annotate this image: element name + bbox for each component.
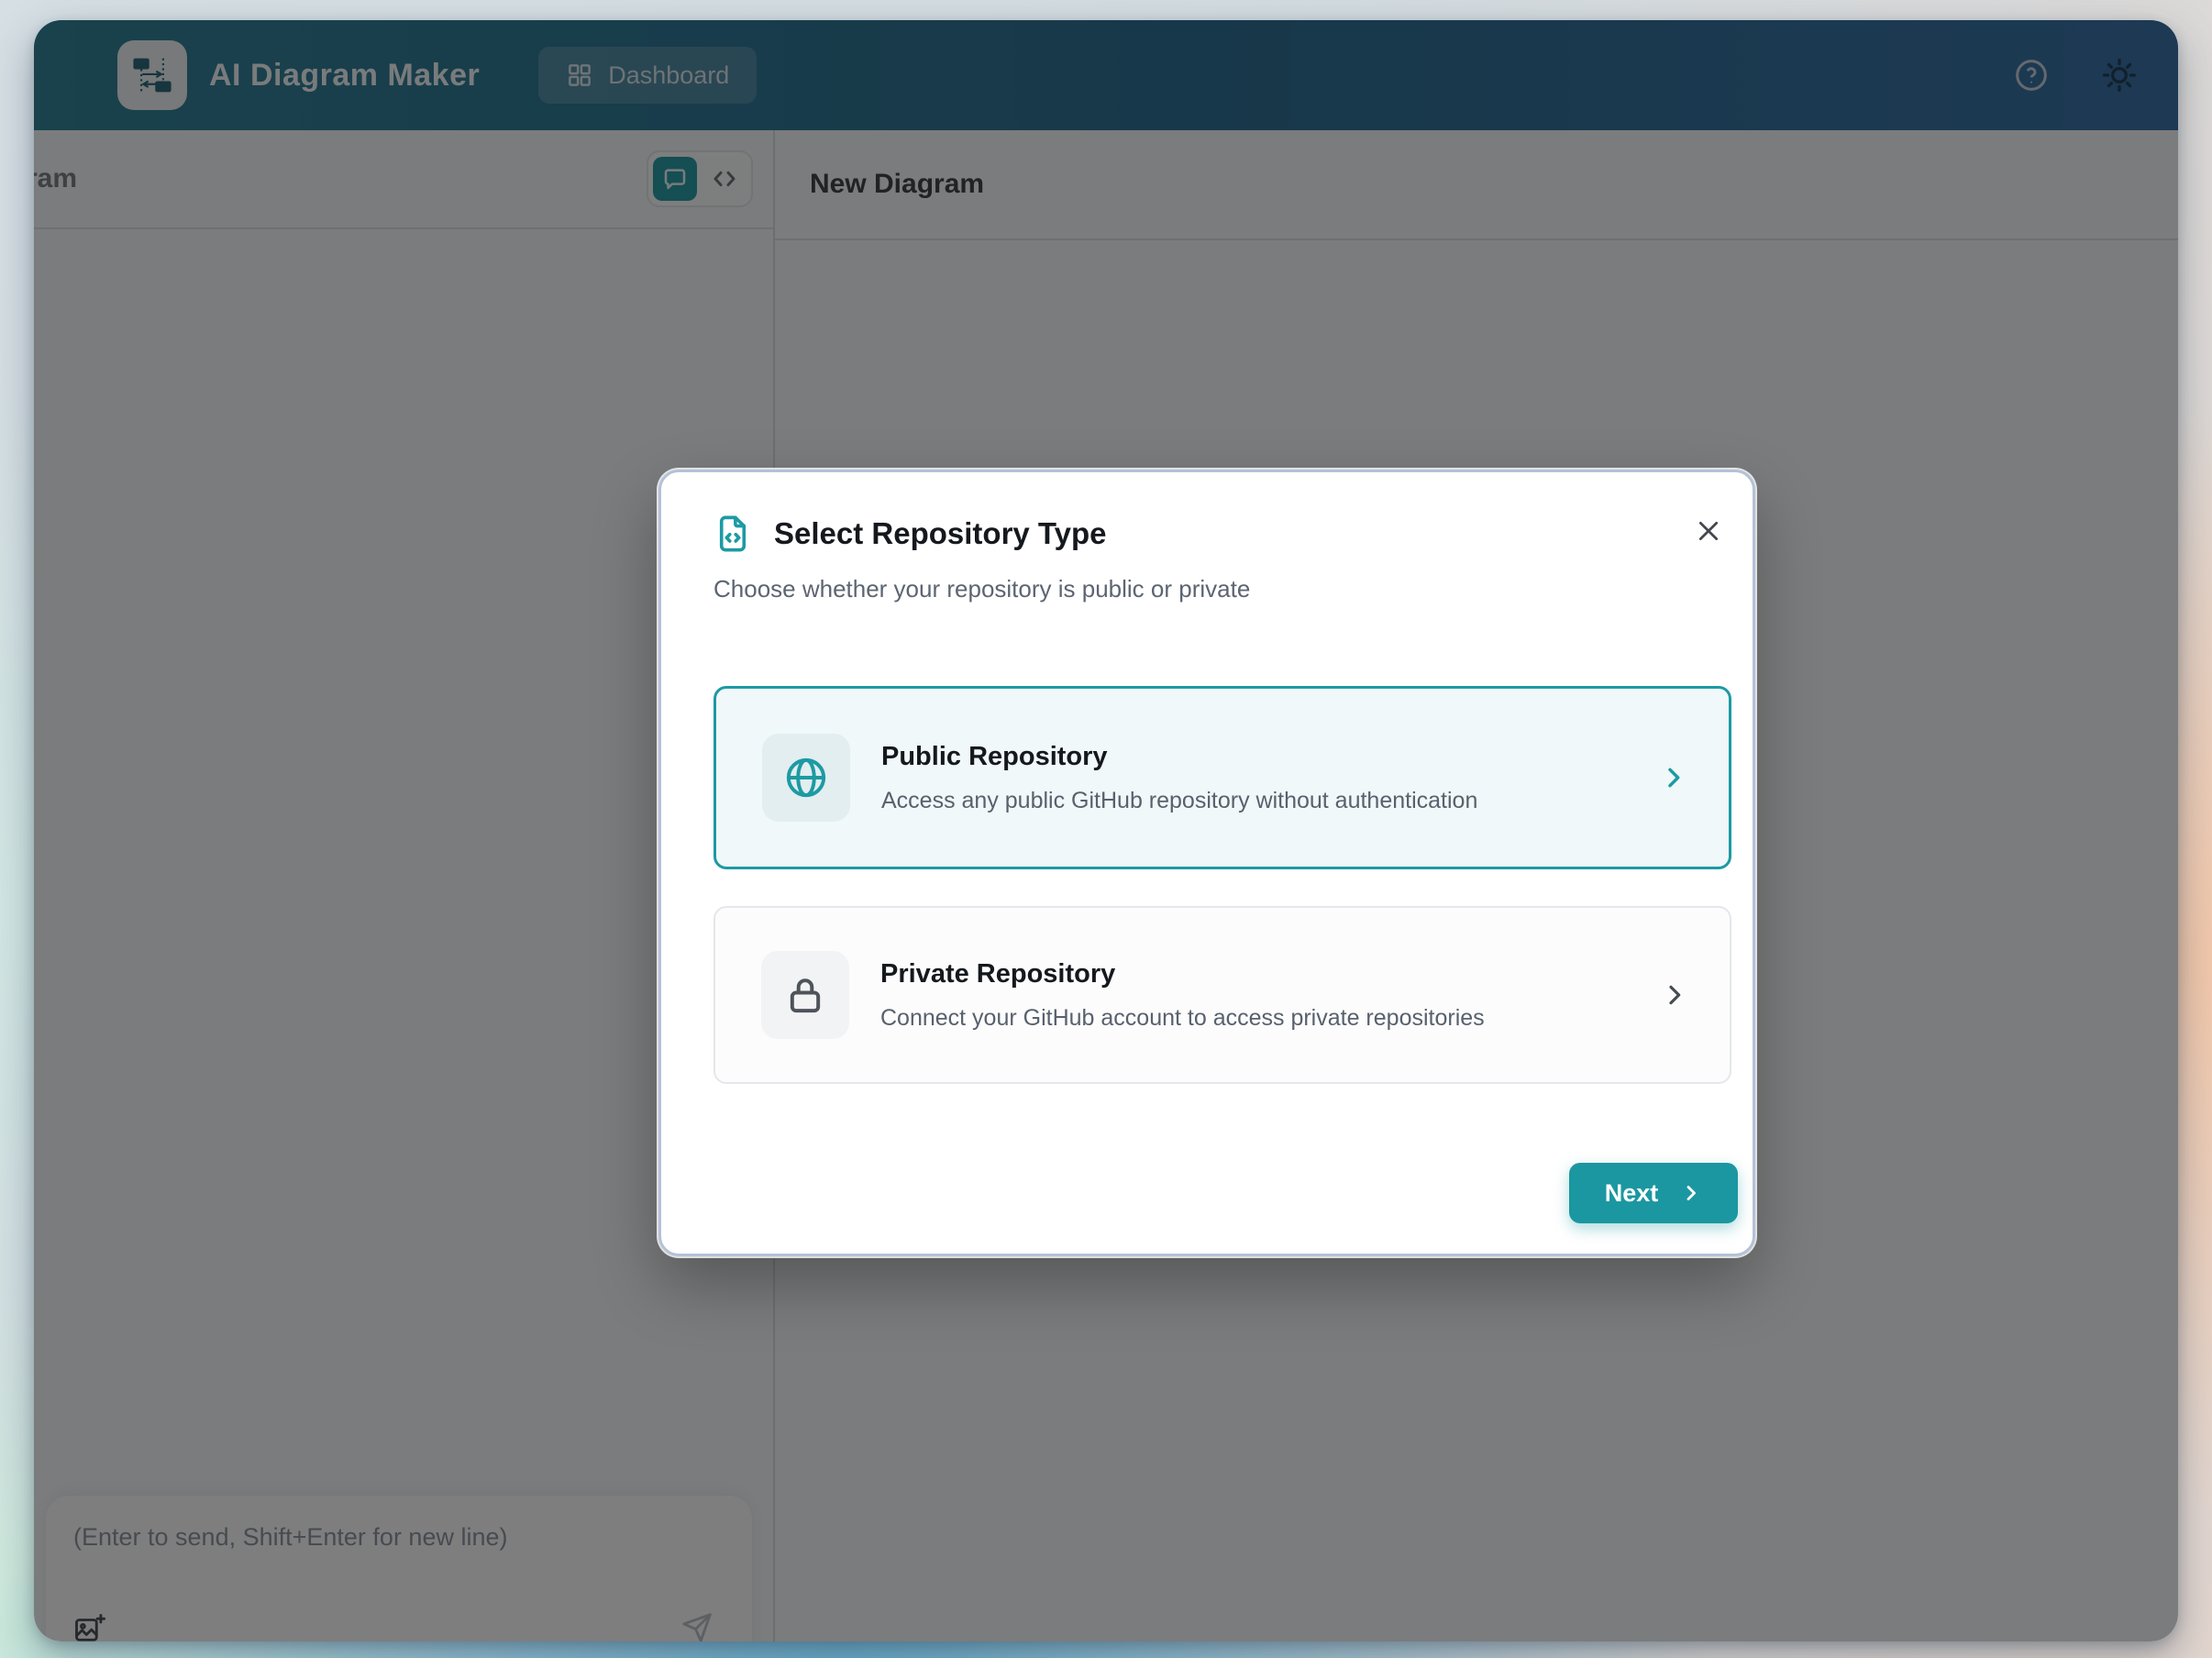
modal-header: Select Repository Type	[712, 513, 1107, 555]
public-option-description: Access any public GitHub repository with…	[881, 788, 1477, 814]
public-chevron	[1659, 763, 1688, 792]
private-option-title: Private Repository	[880, 959, 1485, 989]
option-public-repository[interactable]: Public Repository Access any public GitH…	[713, 686, 1731, 869]
modal-title: Select Repository Type	[774, 516, 1107, 551]
public-option-texts: Public Repository Access any public GitH…	[881, 742, 1477, 814]
close-icon	[1694, 516, 1723, 546]
chevron-right-icon	[1660, 980, 1689, 1010]
globe-icon	[783, 755, 829, 801]
next-button[interactable]: Next	[1569, 1163, 1738, 1223]
private-option-description: Connect your GitHub account to access pr…	[880, 1005, 1485, 1032]
private-icon-tile	[761, 951, 849, 1039]
public-option-title: Public Repository	[881, 742, 1477, 772]
close-button[interactable]	[1690, 513, 1727, 549]
lock-icon	[782, 972, 828, 1018]
private-option-texts: Private Repository Connect your GitHub a…	[880, 959, 1485, 1032]
modal-subtitle: Choose whether your repository is public…	[713, 575, 1250, 603]
chevron-right-icon	[1680, 1182, 1702, 1204]
chevron-right-icon	[1659, 763, 1688, 792]
option-private-repository[interactable]: Private Repository Connect your GitHub a…	[713, 906, 1731, 1084]
next-button-label: Next	[1605, 1179, 1659, 1208]
public-icon-tile	[762, 734, 850, 822]
select-repository-type-dialog: Select Repository Type Choose whether yo…	[658, 470, 1755, 1256]
file-code-icon	[712, 513, 754, 555]
private-chevron	[1660, 980, 1689, 1010]
